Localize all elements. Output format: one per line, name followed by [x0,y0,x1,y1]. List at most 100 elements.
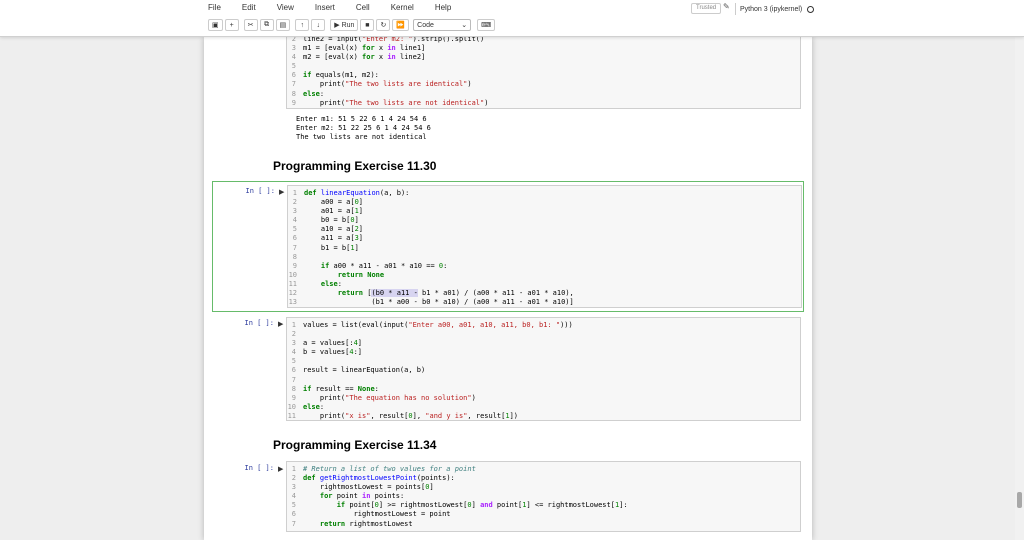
line-number: 4 [291,492,296,501]
kernel-indicator[interactable]: Python 3 (ipykernel) [735,3,815,15]
code-line: 8 [288,253,801,262]
code-line: 4 for point in points: [287,492,800,501]
run-cell-icon[interactable]: ▶ [279,188,284,196]
section-heading: Programming Exercise 11.34 [273,438,437,452]
code-editor[interactable]: 1 def linearEquation(a, b): 2 a00 = a[0] … [287,185,802,308]
copy-button[interactable]: ⧉ [259,19,274,31]
line-number: 6 [291,366,296,375]
interrupt-button[interactable]: ■ [360,19,375,31]
code-line: 8 if result == None: [287,385,800,394]
menu-kernel[interactable]: Kernel [391,3,414,12]
restart-run-all-button[interactable]: ⏩ [392,19,410,31]
code-line: 11 print("x is", result[0], "and y is", … [287,411,519,420]
line-number: 1 [291,465,296,473]
line-number: 2 [292,198,297,207]
line-number: 9 [292,261,297,270]
code-editor[interactable]: 2 line2 = input("Enter m2: ").strip().spl… [286,37,801,109]
cell-output: Enter m1: 51 5 22 6 1 4 24 54 6 Enter m2:… [296,115,431,143]
paste-button[interactable]: ▤ [275,19,291,31]
move-up-button[interactable]: ↑ [295,19,310,31]
code-line: 7 print("The two lists are identical") [287,80,800,89]
menu-file[interactable]: File [208,3,221,12]
scissors-icon: ✂ [247,22,254,29]
code-line: 5 [287,357,800,366]
code-line: 9 if a00 * a11 - a01 * a10 == 0: [288,262,801,271]
code-line: 1 def linearEquation(a, b): [288,189,801,198]
code-line: 4 m2 = [eval(x) for x in line2] [287,53,800,62]
page-scrollbar[interactable] [1015,37,1024,540]
arrow-up-icon: ↑ [300,21,305,29]
code-line: 3 a01 = a[1] [288,207,801,216]
code-line: 12 return [(b0 * a11 - b1 * a01) / (a00 … [288,289,574,298]
code-cell[interactable]: 2 line2 = input("Enter m2: ").strip().spl… [212,37,804,153]
pencil-icon[interactable]: ✎ [723,2,730,11]
run-cell-icon[interactable]: ▶ [278,320,283,328]
restart-button[interactable]: ↻ [376,19,391,31]
code-editor[interactable]: 1 # Return a list of two values for a poi… [286,461,801,532]
cell-prompt: In [ ]: [244,464,274,472]
code-line: 3 m1 = [eval(x) for x in line1] [287,44,800,53]
line-number: 7 [292,243,297,252]
output-line: The two lists are not identical [296,133,427,142]
toolbar: ▣ + ✂ ⧉ ▤ ↑ ↓ ▶ Run ■ ↻ ⏩ Code ⌄ ⌨ [208,19,497,31]
line-number: 7 [291,519,296,528]
line-number: 4 [291,53,296,62]
line-number: 6 [291,71,296,80]
line-number: 11 [288,279,297,288]
line-number: 5 [291,62,296,71]
copy-icon: ⧉ [264,21,270,28]
code-editor[interactable]: 1 values = list(eval(input("Enter a00, a0… [286,317,801,421]
output-line: Enter m2: 51 22 25 6 1 4 24 54 6 [296,124,431,133]
code-line: 2 line2 = input("Enter m2: ").strip().spl… [287,37,800,44]
cut-button[interactable]: ✂ [243,19,258,31]
scrollbar-thumb[interactable] [1017,492,1022,508]
output-line: Enter m1: 51 5 22 6 1 4 24 54 6 [296,115,427,123]
menu-cell[interactable]: Cell [356,3,370,12]
paste-icon: ▤ [279,22,287,29]
code-cell-selected[interactable]: In [ ]: ▶ 1 def linearEquation(a, b): 2 a… [212,181,804,312]
trusted-indicator[interactable]: Trusted [691,3,722,14]
cell-type-select[interactable]: Code ⌄ [413,19,472,31]
code-line: 9 print("The equation has no solution") [287,394,800,403]
code-line: 2 [287,330,800,339]
kernel-name: Python 3 (ipykernel) [740,5,803,13]
menu-insert[interactable]: Insert [315,3,335,12]
code-line: 7 b1 = b[1] [288,244,801,253]
code-cell[interactable]: In [ ]: ▶ 1 values = list(eval(input("Ent… [212,315,804,425]
run-button[interactable]: ▶ Run [330,19,359,31]
run-cell-icon[interactable]: ▶ [278,465,283,473]
line-number: 1 [291,321,296,329]
floppy-icon: ▣ [212,22,219,29]
notebook-page: 2 line2 = input("Enter m2: ").strip().spl… [204,37,812,540]
code-line: 10 return None [288,270,385,279]
stop-icon: ■ [365,21,370,29]
notebook-header: File Edit View Insert Cell Kernel Help T… [0,0,1024,37]
menu-edit[interactable]: Edit [242,3,256,12]
line-number: 3 [291,483,296,492]
menu-help[interactable]: Help [435,3,451,12]
code-line: 10 else: [287,402,325,411]
code-line: 7 return rightmostLowest [287,520,800,529]
save-button[interactable]: ▣ [208,19,223,31]
fast-forward-icon: ⏩ [396,22,406,29]
menu-view[interactable]: View [277,3,294,12]
code-cell[interactable]: In [ ]: ▶ 1 # Return a list of two values… [212,460,804,540]
code-line: 5 [287,62,800,71]
plus-icon: + [229,21,234,29]
line-number: 12 [288,289,297,298]
code-line: 1 # Return a list of two values for a poi… [287,465,800,474]
run-label: Run [341,21,355,29]
line-number: 5 [292,225,297,234]
arrow-down-icon: ↓ [316,21,321,29]
move-down-button[interactable]: ↓ [311,19,326,31]
line-number: 8 [292,252,297,261]
code-line: 6 result = linearEquation(a, b) [287,366,800,375]
insert-cell-button[interactable]: + [224,19,239,31]
code-line: 3 rightmostLowest = points[0] [287,483,800,492]
line-number: 7 [291,375,296,384]
code-line: 7 [287,376,800,385]
code-line: 9 print("The two lists are not identical… [287,99,800,108]
command-palette-button[interactable]: ⌨ [477,19,496,31]
line-number: 4 [292,216,297,225]
code-line: 6 rightmostLowest = point [287,510,800,519]
